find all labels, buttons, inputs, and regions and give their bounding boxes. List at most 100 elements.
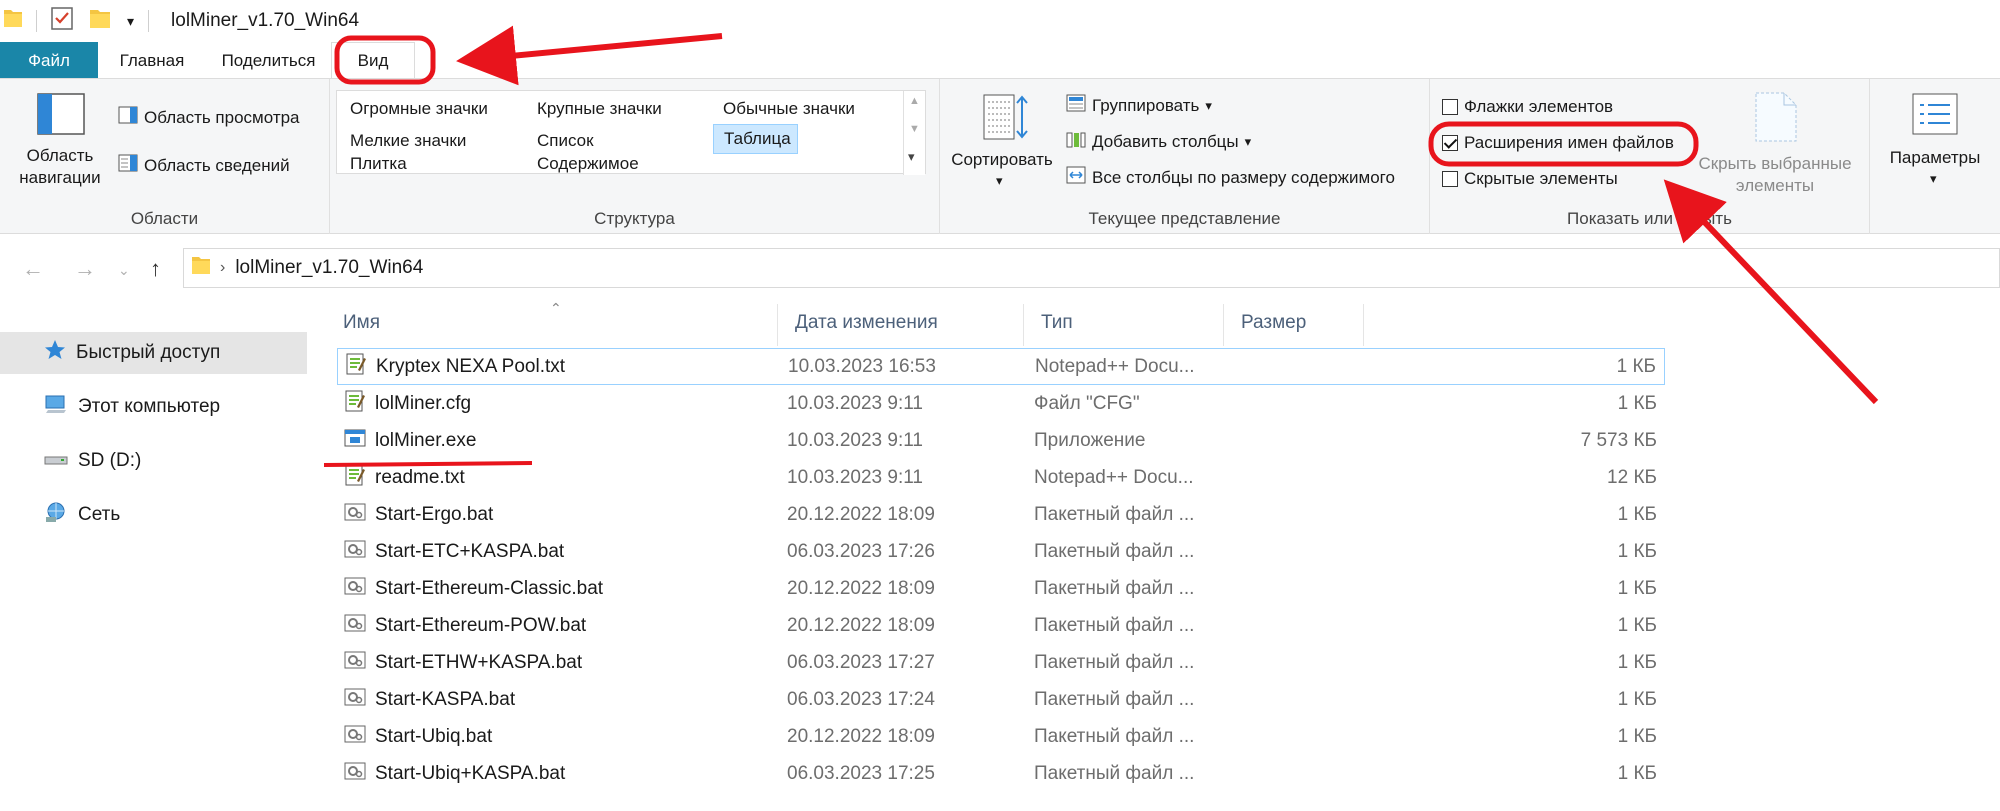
tab-file[interactable]: Файл — [0, 42, 98, 79]
column-header-name[interactable]: Имя — [307, 300, 777, 346]
breadcrumb-chevron-icon[interactable]: › — [220, 259, 225, 277]
table-row[interactable]: Start-Ubiq.bat 20.12.2022 18:09 Пакетный ф… — [337, 718, 1665, 755]
column-header-type[interactable]: Тип — [1023, 300, 1223, 346]
preview-pane-button[interactable]: Область просмотра — [118, 105, 300, 130]
file-list: ⌃ Имя Дата изменения Тип Размер Kryptex … — [307, 300, 2000, 811]
file-size: 1 КБ — [1617, 614, 1657, 636]
file-name-cell: Start-Ubiq+KASPA.bat — [343, 759, 565, 789]
options-button[interactable]: Параметры ▾ — [1876, 93, 1994, 203]
preview-pane-label: Область просмотра — [144, 107, 300, 127]
file-date: 06.03.2023 17:25 — [787, 762, 935, 784]
file-type: Пакетный файл ... — [1034, 540, 1195, 562]
table-row[interactable]: lolMiner.exe 10.03.2023 9:11 Приложение 7 5… — [337, 422, 1665, 459]
up-arrow-icon[interactable]: ↑ — [150, 256, 161, 282]
add-columns-icon — [1066, 129, 1086, 154]
table-row[interactable]: Start-Ethereum-POW.bat 20.12.2022 18:09 Па… — [337, 607, 1665, 644]
file-name-cell: Kryptex NEXA Pool.txt — [344, 352, 565, 382]
file-size: 1 КБ — [1616, 355, 1656, 377]
properties-icon[interactable] — [51, 6, 73, 36]
column-header-date[interactable]: Дата изменения — [777, 300, 1023, 346]
layout-item-label: Список — [537, 131, 594, 150]
file-name: Start-ETHW+KASPA.bat — [375, 651, 583, 673]
window-title: lolMiner_v1.70_Win64 — [171, 10, 360, 31]
file-name-cell: Start-Ergo.bat — [343, 500, 493, 530]
file-extensions-checkbox[interactable] — [1442, 135, 1458, 151]
tab-view[interactable]: Вид — [331, 42, 415, 79]
file-name: Start-Ethereum-POW.bat — [375, 614, 587, 636]
hidden-items-checkbox[interactable] — [1442, 171, 1458, 187]
computer-icon — [44, 393, 68, 421]
panes-group-label: Области — [130, 209, 199, 228]
file-date: 10.03.2023 16:53 — [788, 355, 936, 377]
group-by-button[interactable]: Группировать ▾ — [1066, 93, 1212, 118]
layout-item-label: Обычные значки — [723, 99, 855, 118]
current-view-group: Сортировать ▾ Группировать ▾ Добавить ст… — [940, 79, 1430, 235]
table-row[interactable]: Start-Ergo.bat 20.12.2022 18:09 Пакетный ф… — [337, 496, 1665, 533]
address-box[interactable]: › lolMiner_v1.70_Win64 — [183, 248, 2000, 288]
layout-details[interactable]: Таблица — [713, 124, 798, 163]
tab-share[interactable]: Поделиться — [206, 42, 331, 79]
hide-selected-label: Скрыть выбранные элементы — [1698, 154, 1852, 195]
hidden-items-toggle[interactable]: Скрытые элементы — [1442, 169, 1618, 189]
table-row[interactable]: Kryptex NEXA Pool.txt 10.03.2023 16:53 Not… — [337, 348, 1665, 385]
layout-large-icons[interactable]: Крупные значки — [527, 94, 668, 132]
column-header-size[interactable]: Размер — [1223, 300, 1363, 346]
nav-item-quick-access[interactable]: Быстрый доступ — [0, 332, 307, 374]
file-type: Пакетный файл ... — [1034, 651, 1195, 673]
forward-arrow-icon[interactable]: → — [74, 256, 96, 282]
table-row[interactable]: Start-ETHW+KASPA.bat 06.03.2023 17:27 Паке… — [337, 644, 1665, 681]
drive-icon — [44, 447, 68, 475]
layout-gallery-scroll[interactable]: ▲ ▼ ▾ — [903, 91, 925, 175]
table-row[interactable]: readme.txt 10.03.2023 9:11 Notepad++ Docu.… — [337, 459, 1665, 496]
table-row[interactable]: lolMiner.cfg 10.03.2023 9:11 Файл "CFG" 1 К… — [337, 385, 1665, 422]
layout-tiles[interactable]: Плитка — [340, 149, 413, 187]
table-row[interactable]: Start-Ethereum-Classic.bat 20.12.2022 18:… — [337, 570, 1665, 607]
scroll-down-icon[interactable]: ▼ — [909, 123, 920, 135]
hide-selected-button[interactable]: Скрыть выбранные элементы — [1690, 91, 1860, 211]
nav-item-this-pc[interactable]: Этот компьютер — [0, 386, 307, 428]
file-extensions-label: Расширения имен файлов — [1464, 133, 1674, 152]
file-date: 10.03.2023 9:11 — [787, 392, 923, 414]
file-size: 1 КБ — [1617, 762, 1657, 784]
file-date: 20.12.2022 18:09 — [787, 503, 935, 525]
back-arrow-icon[interactable]: ← — [22, 256, 44, 282]
nav-item-sd-drive[interactable]: SD (D:) — [0, 440, 307, 482]
layout-gallery: Огромные значки Крупные значки Обычные з… — [336, 90, 926, 187]
layout-item-label: Плитка — [350, 154, 407, 173]
add-columns-button[interactable]: Добавить столбцы ▾ — [1066, 129, 1251, 154]
file-type: Пакетный файл ... — [1034, 614, 1195, 636]
size-columns-button[interactable]: Все столбцы по размеру содержимого — [1066, 165, 1395, 190]
table-row[interactable]: Start-Ubiq+KASPA.bat 06.03.2023 17:25 Паке… — [337, 755, 1665, 792]
details-pane-button[interactable]: Область сведений — [118, 153, 290, 178]
file-name-cell: Start-KASPA.bat — [343, 685, 515, 715]
show-hide-group-label: Показать или скрыть — [1567, 209, 1732, 228]
add-columns-label: Добавить столбцы — [1092, 131, 1239, 151]
file-date: 06.03.2023 17:27 — [787, 651, 935, 673]
ribbon: Область навигации Область просмотра Обла… — [0, 78, 2000, 235]
layout-medium-icons[interactable]: Обычные значки — [713, 94, 861, 132]
expand-gallery-icon[interactable]: ▾ — [908, 149, 915, 165]
file-date: 10.03.2023 9:11 — [787, 466, 923, 488]
customize-toolbar-icon[interactable]: ▾ — [127, 13, 134, 30]
new-folder-icon[interactable] — [89, 6, 111, 36]
recent-locations-icon[interactable]: ⌄ — [118, 262, 130, 279]
layout-extra-large-icons[interactable]: Огромные значки — [340, 94, 494, 132]
sort-by-label: Сортировать — [951, 150, 1053, 169]
breadcrumb-current[interactable]: lolMiner_v1.70_Win64 — [235, 257, 423, 279]
notepad-icon — [343, 463, 367, 493]
table-row[interactable]: Start-ETC+KASPA.bat 06.03.2023 17:26 Пакет… — [337, 533, 1665, 570]
sort-by-button[interactable]: Сортировать ▾ — [946, 93, 1058, 203]
folder-icon — [4, 7, 22, 35]
batch-icon — [343, 722, 367, 752]
table-row[interactable]: Start-KASPA.bat 06.03.2023 17:24 Пакетный … — [337, 681, 1665, 718]
navigation-pane-button[interactable]: Область навигации — [10, 93, 110, 203]
layout-content[interactable]: Содержимое — [527, 149, 645, 186]
batch-icon — [343, 574, 367, 604]
item-checkboxes-toggle[interactable]: Флажки элементов — [1442, 97, 1613, 117]
nav-item-network[interactable]: Сеть — [0, 494, 307, 536]
options-group: Параметры ▾ — [1870, 79, 2000, 235]
file-extensions-toggle[interactable]: Расширения имен файлов — [1442, 133, 1674, 153]
item-checkboxes-checkbox[interactable] — [1442, 99, 1458, 115]
tab-home[interactable]: Главная — [98, 42, 206, 79]
scroll-up-icon[interactable]: ▲ — [909, 95, 920, 107]
